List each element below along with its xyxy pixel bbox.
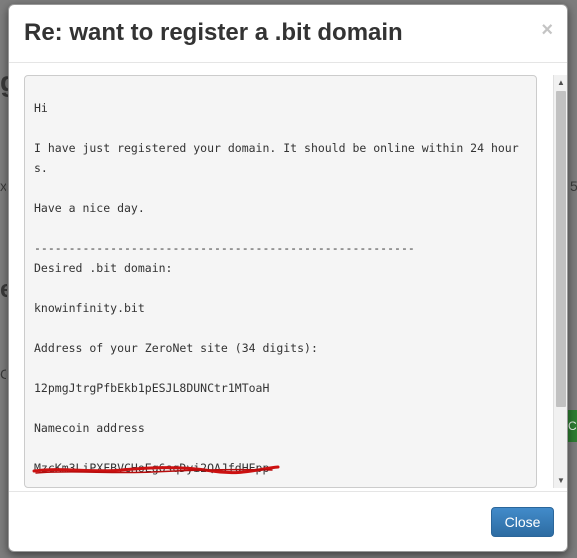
modal-footer: Close: [9, 491, 567, 551]
redacted-namecoin-address: MzcKm3LiPXFBVCHoEg6sqDyi2QAJfdHEpp: [32, 458, 280, 478]
background-text-fragment: e: [0, 276, 7, 303]
background-text-fragment: g: [0, 66, 8, 98]
message-line: Have a nice day.: [34, 201, 145, 215]
close-icon[interactable]: ×: [541, 20, 553, 40]
message-body[interactable]: Hi I have just registered your domain. I…: [24, 75, 537, 488]
field-label-domain: Desired .bit domain:: [34, 261, 173, 275]
message-greeting: Hi: [34, 101, 48, 115]
field-label-namecoin: Namecoin address: [34, 421, 145, 435]
field-value-address: 12pmgJtrgPfbEkb1pESJL8DUNCtr1MToaH: [34, 381, 270, 395]
message-modal: Re: want to register a .bit domain × Hi …: [8, 4, 568, 552]
background-text-fragment: x: [0, 178, 6, 194]
message-line: I have just registered your domain. It s…: [34, 141, 519, 175]
message-separator: ----------------------------------------…: [34, 241, 415, 255]
modal-header: Re: want to register a .bit domain ×: [9, 5, 567, 63]
scrollbar-thumb[interactable]: [556, 91, 566, 407]
background-text-fragment: 5: [570, 178, 577, 194]
close-button[interactable]: Close: [491, 507, 554, 537]
scroll-down-arrow-icon[interactable]: ▼: [554, 473, 567, 488]
message-text: Hi I have just registered your domain. I…: [32, 98, 524, 478]
field-value-domain: knowinfinity.bit: [34, 301, 145, 315]
background-text-fragment: C: [0, 366, 6, 382]
modal-title: Re: want to register a .bit domain: [24, 19, 403, 46]
scroll-up-arrow-icon[interactable]: ▲: [554, 75, 567, 90]
message-scrollbar[interactable]: ▲ ▼: [553, 75, 567, 488]
field-label-address: Address of your ZeroNet site (34 digits)…: [34, 341, 318, 355]
background-green-badge: C: [568, 410, 577, 442]
field-value-namecoin: MzcKm3LiPXFBVCHoEg6sqDyi2QAJfdHEpp: [34, 461, 270, 475]
